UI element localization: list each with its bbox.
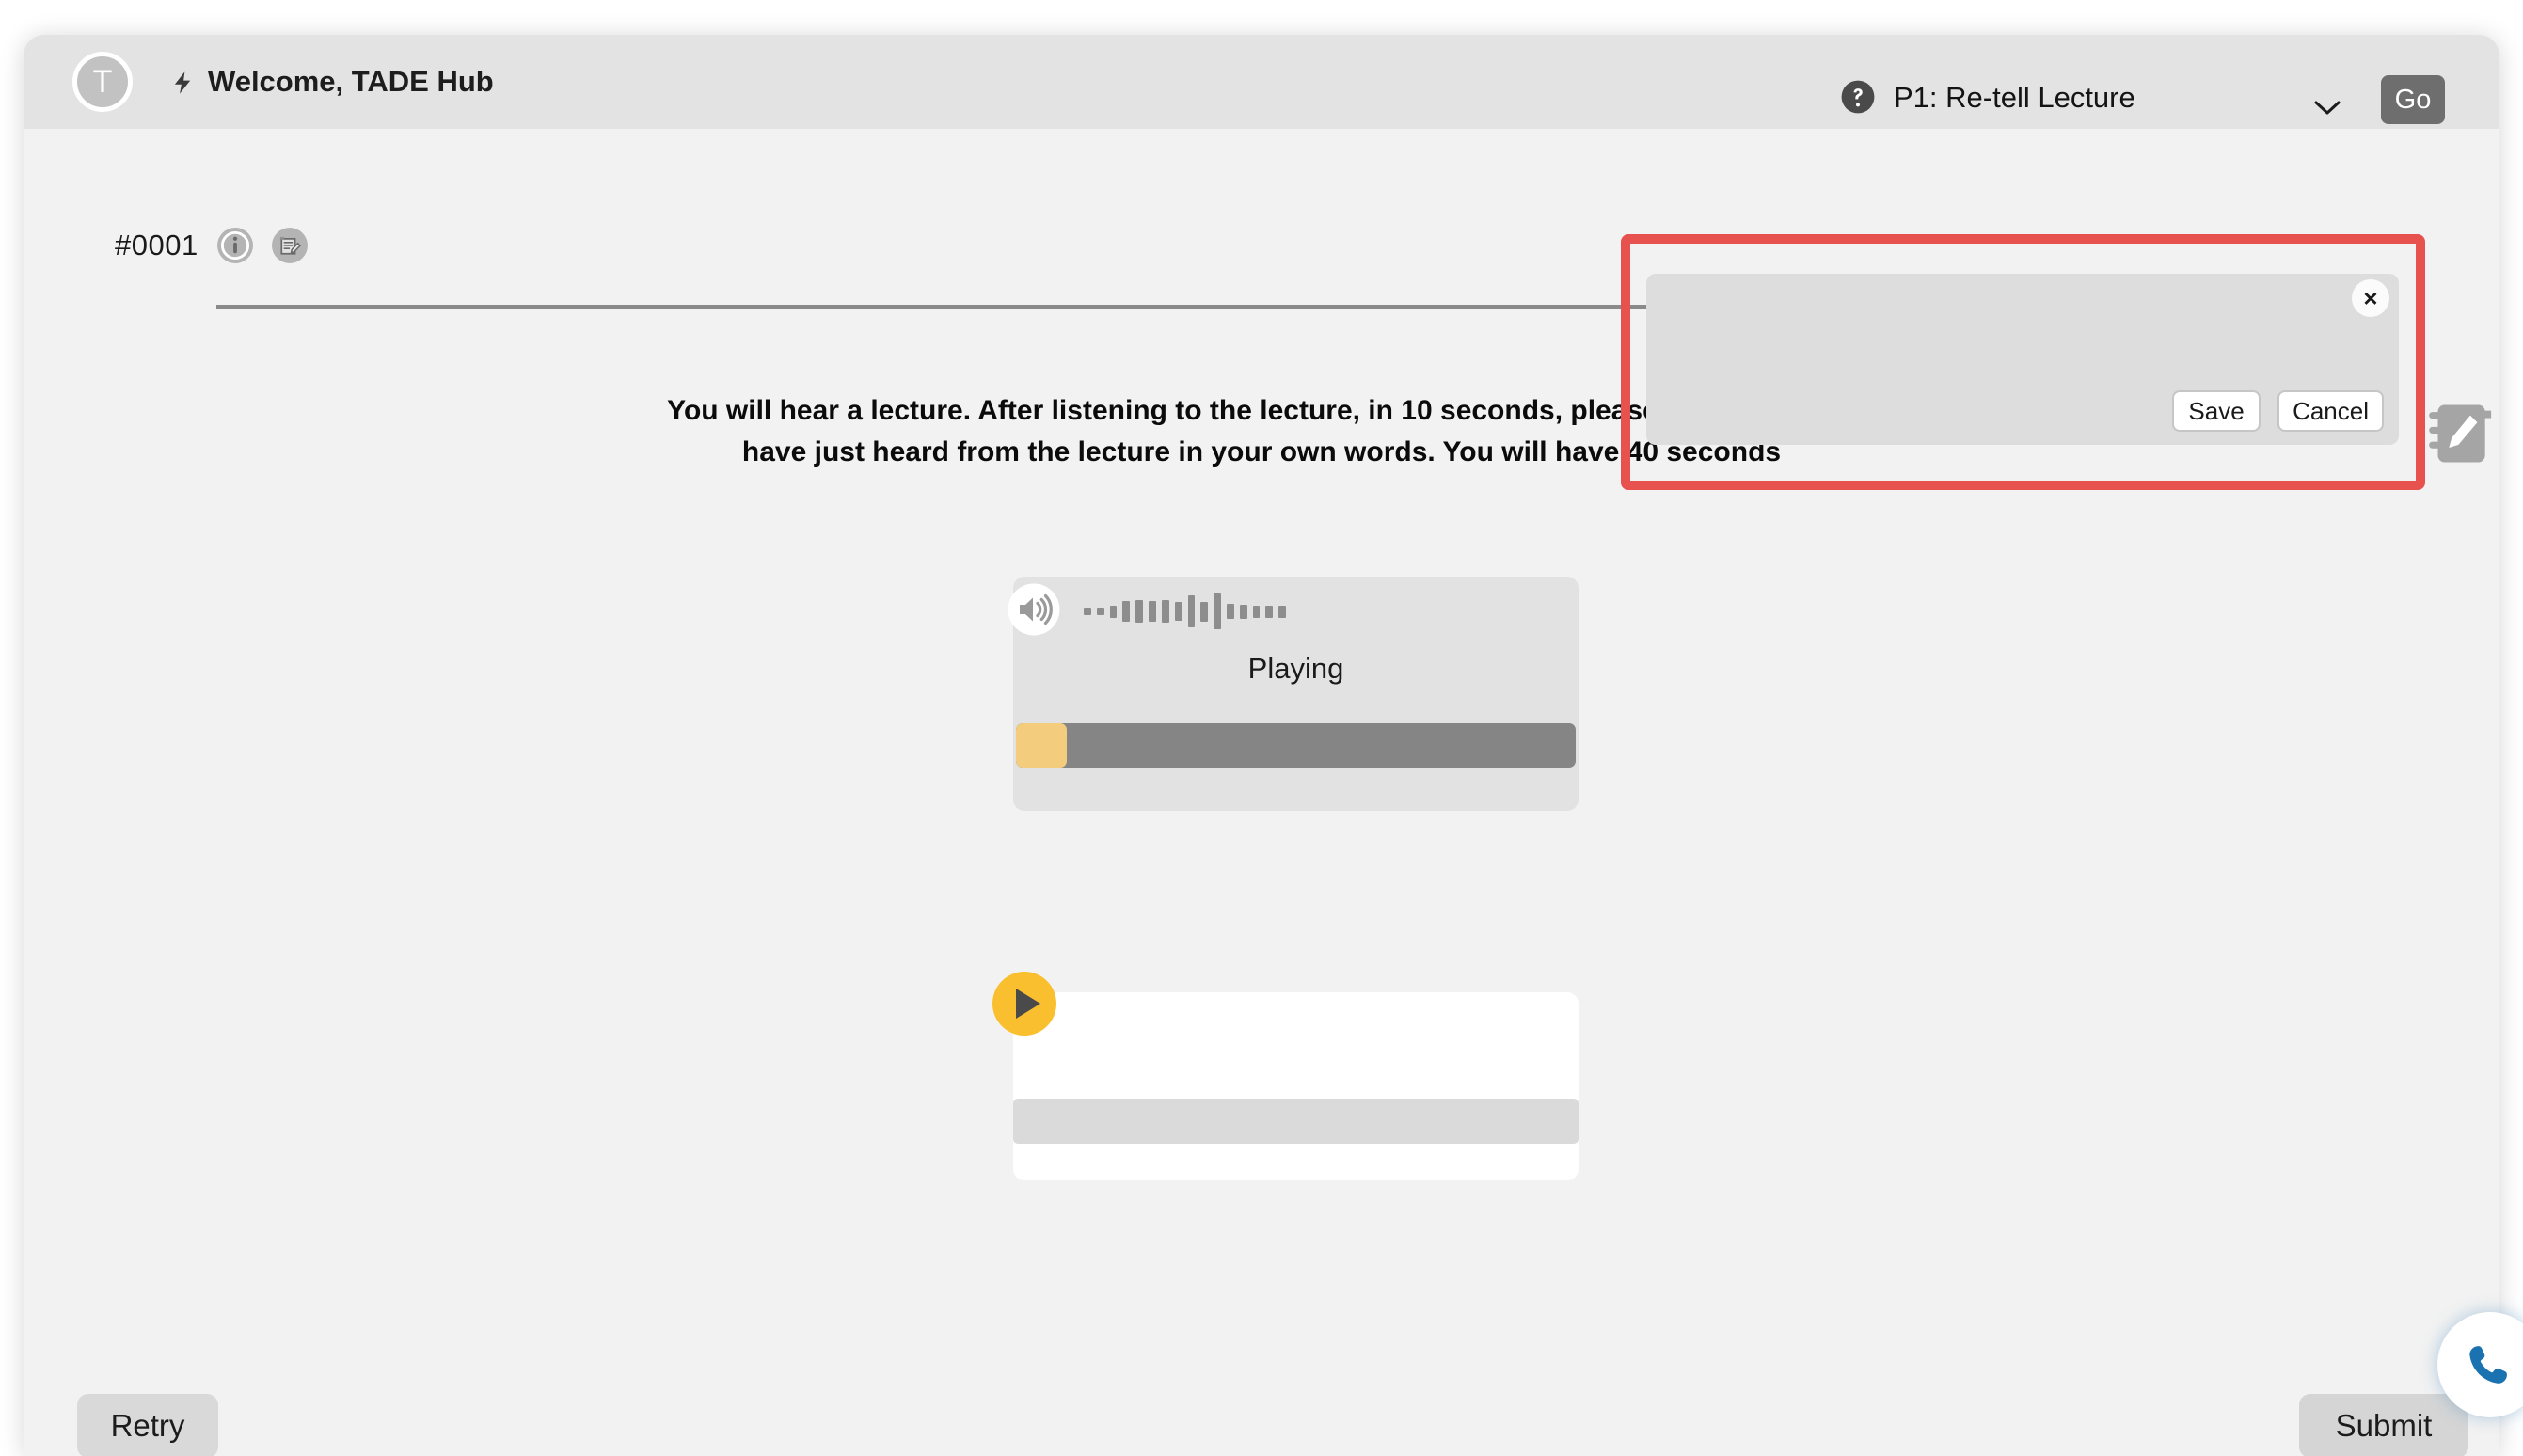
waveform-bar: [1239, 604, 1247, 619]
play-triangle: [1016, 989, 1040, 1019]
note-panel-actions: Save Cancel: [2172, 390, 2384, 432]
waveform-bar: [1174, 602, 1182, 621]
waveform-bar: [1200, 601, 1209, 622]
note-edit-icon[interactable]: [271, 228, 308, 263]
info-icon[interactable]: [216, 228, 253, 263]
recorder-card: [992, 972, 1579, 1180]
welcome-text: Welcome, TADE Hub: [208, 65, 494, 98]
note-panel: × Save Cancel: [1646, 274, 2399, 445]
item-header-row: #0001: [115, 228, 308, 263]
waveform-bar: [1187, 595, 1196, 627]
save-button[interactable]: Save: [2172, 390, 2261, 432]
waveform-bar: [1214, 593, 1221, 629]
waveform-bar: [1226, 604, 1234, 619]
bolt-icon: [169, 69, 196, 97]
waveform-bar: [1122, 601, 1131, 622]
waveform-bar: [1096, 608, 1104, 615]
header-bar: T Welcome, TADE Hub P1: Re-tell Lecture: [24, 35, 2499, 129]
avatar[interactable]: T: [72, 52, 133, 112]
submit-button[interactable]: Submit: [2299, 1394, 2468, 1456]
waveform-bar: [1109, 605, 1118, 618]
notebook-edit-icon[interactable]: [2418, 390, 2499, 477]
go-button[interactable]: Go: [2381, 75, 2445, 124]
retry-button[interactable]: Retry: [77, 1394, 218, 1456]
screenshot-root: T Welcome, TADE Hub P1: Re-tell Lecture: [0, 0, 2523, 1456]
audio-player-card: Playing: [1008, 577, 1579, 811]
waveform-bar: [1161, 600, 1169, 623]
help-circle-icon[interactable]: [1840, 79, 1876, 115]
waveform-bar: [1149, 601, 1156, 622]
play-icon[interactable]: [992, 972, 1056, 1036]
cancel-button[interactable]: Cancel: [2277, 390, 2384, 432]
speaker-volume-icon: [1006, 581, 1062, 638]
waveform-bar: [1252, 605, 1261, 618]
item-number: #0001: [115, 229, 198, 261]
audio-progress-bar[interactable]: [1016, 723, 1576, 768]
waveform-bar: [1135, 600, 1144, 623]
close-icon[interactable]: ×: [2352, 279, 2389, 317]
audio-waveform: [1084, 593, 1286, 630]
audio-progress-fill: [1016, 723, 1067, 768]
waveform-bar: [1265, 605, 1274, 618]
waveform-bar: [1278, 605, 1286, 618]
waveform-bar: [1084, 608, 1091, 615]
chevron-down-icon[interactable]: [2313, 100, 2341, 117]
app-window: T Welcome, TADE Hub P1: Re-tell Lecture: [24, 35, 2499, 1456]
recorder-level-bar[interactable]: [1013, 1099, 1579, 1144]
audio-status-label: Playing: [1247, 652, 1344, 685]
task-select[interactable]: P1: Re-tell Lecture: [1894, 73, 2340, 122]
